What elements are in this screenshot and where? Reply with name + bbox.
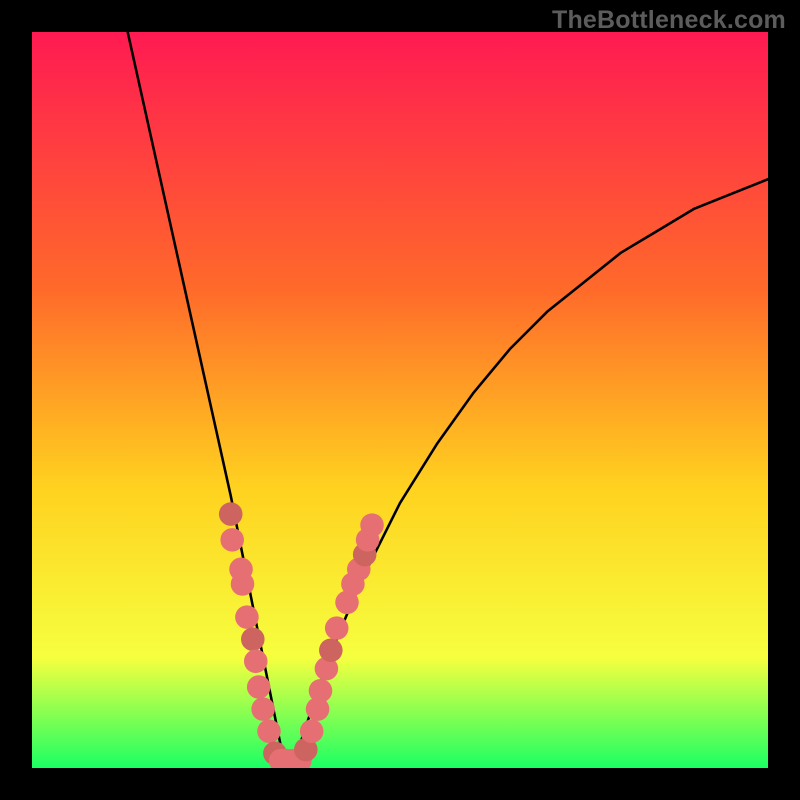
sample-dot <box>219 502 243 526</box>
sample-dot <box>325 616 349 640</box>
sample-dot <box>241 627 265 651</box>
sample-dot <box>220 528 244 552</box>
gradient-background <box>32 32 768 768</box>
sample-dot <box>231 572 255 596</box>
chart-svg <box>32 32 768 768</box>
sample-dot <box>244 650 268 674</box>
sample-dot <box>300 719 324 743</box>
sample-dot <box>360 513 384 537</box>
outer-frame: TheBottleneck.com <box>0 0 800 800</box>
sample-dot <box>257 719 281 743</box>
plot-area <box>32 32 768 768</box>
sample-dot <box>309 679 333 703</box>
sample-dot <box>319 638 343 662</box>
sample-dot <box>247 675 271 699</box>
watermark-text: TheBottleneck.com <box>552 6 786 35</box>
sample-dot <box>235 605 259 629</box>
sample-dot <box>251 697 275 721</box>
